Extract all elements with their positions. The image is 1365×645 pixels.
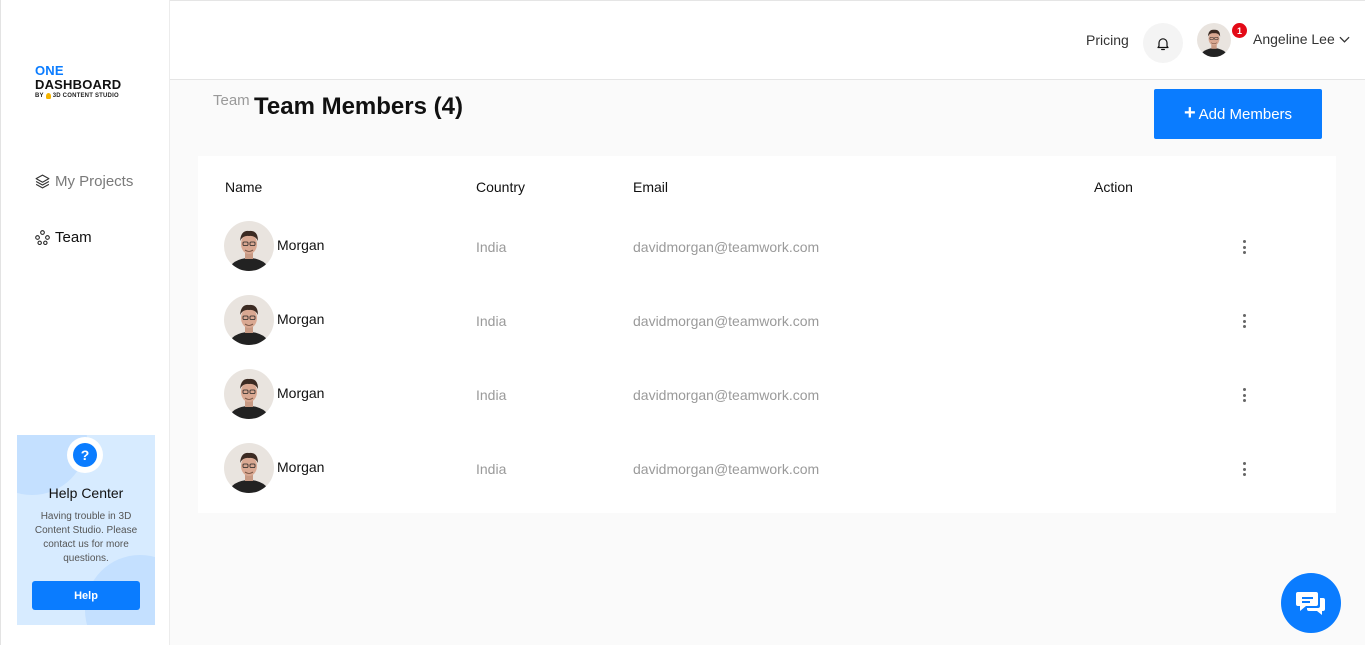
page-title: Team Members (4)	[254, 93, 463, 120]
chat-button[interactable]	[1281, 573, 1341, 633]
member-email: davidmorgan@teamwork.com	[633, 239, 820, 255]
logo-line-one: ONE	[35, 63, 64, 78]
chevron-down-icon	[1339, 36, 1350, 43]
help-center-title: Help Center	[48, 485, 124, 501]
more-actions-icon[interactable]	[1238, 238, 1250, 256]
member-email: davidmorgan@teamwork.com	[633, 313, 820, 329]
sidebar-item-label: Team	[55, 229, 92, 246]
person-avatar-icon	[224, 369, 274, 419]
member-country: India	[476, 313, 507, 329]
user-name: Angeline Lee	[1253, 31, 1335, 47]
member-country: India	[476, 461, 507, 477]
help-button[interactable]: Help	[32, 581, 140, 610]
table-row: Morgan India davidmorgan@teamwork.com	[198, 369, 1336, 443]
avatar	[224, 221, 274, 271]
table-row: Morgan India davidmorgan@teamwork.com	[198, 221, 1336, 295]
person-avatar-icon	[224, 295, 274, 345]
logo-tagline-text: 3D CONTENT STUDIO	[52, 93, 119, 99]
user-avatar[interactable]	[1197, 23, 1231, 57]
member-country: India	[476, 239, 507, 255]
help-center-text: Having trouble in 3D Content Studio. Ple…	[34, 511, 138, 564]
more-actions-icon[interactable]	[1238, 386, 1250, 404]
plus-icon: +	[1183, 102, 1196, 124]
avatar	[224, 443, 274, 493]
column-header-email: Email	[633, 179, 669, 195]
column-header-action: Action	[1094, 179, 1133, 195]
person-avatar-icon	[224, 221, 274, 271]
chat-icon	[1296, 592, 1325, 615]
add-members-button[interactable]: + Add Members	[1154, 89, 1322, 139]
member-country: India	[476, 387, 507, 403]
layers-icon	[35, 174, 50, 189]
bell-icon	[1157, 37, 1169, 50]
member-name: Morgan	[277, 459, 325, 475]
logo-line-two: DASHBOARD	[35, 77, 122, 92]
user-menu[interactable]: Angeline Lee	[1253, 31, 1350, 47]
table-row: Morgan India davidmorgan@teamwork.com	[198, 295, 1336, 369]
logo-tagline: BY 3D CONTENT STUDIO	[35, 93, 121, 99]
logo[interactable]: ONE DASHBOARD BY 3D CONTENT STUDIO	[35, 64, 121, 99]
sidebar: ONE DASHBOARD BY 3D CONTENT STUDIO My Pr…	[0, 0, 170, 645]
notifications-button[interactable]	[1143, 23, 1183, 63]
add-members-label: Add Members	[1198, 105, 1293, 123]
avatar	[224, 295, 274, 345]
team-icon	[35, 230, 50, 246]
help-center-card: ? Help Center Having trouble in 3D Conte…	[17, 435, 155, 625]
table-row: Morgan India davidmorgan@teamwork.com	[198, 443, 1336, 517]
more-actions-icon[interactable]	[1238, 460, 1250, 478]
person-avatar-icon	[224, 443, 274, 493]
avatar	[224, 369, 274, 419]
notification-badge: 1	[1232, 23, 1247, 38]
person-avatar-icon	[1197, 23, 1231, 57]
member-name: Morgan	[277, 311, 325, 327]
top-header: Pricing 1 Angeline Lee	[170, 0, 1365, 80]
column-header-country: Country	[476, 179, 526, 195]
column-header-name: Name	[225, 179, 263, 195]
more-actions-icon[interactable]	[1238, 312, 1250, 330]
sidebar-item-label: My Projects	[55, 173, 134, 190]
help-question-icon: ?	[67, 437, 103, 473]
logo-tagline-prefix: BY	[35, 93, 44, 99]
sidebar-item-team[interactable]: Team	[34, 229, 92, 246]
member-email: davidmorgan@teamwork.com	[633, 461, 820, 477]
pricing-link[interactable]: Pricing	[1086, 32, 1129, 48]
member-name: Morgan	[277, 385, 325, 401]
team-members-table: Name Country Email Action Morgan India d…	[198, 156, 1336, 513]
member-email: davidmorgan@teamwork.com	[633, 387, 820, 403]
bulb-icon	[45, 93, 51, 99]
sidebar-item-my-projects[interactable]: My Projects	[34, 173, 133, 190]
breadcrumb[interactable]: Team	[213, 92, 250, 109]
member-name: Morgan	[277, 237, 325, 253]
